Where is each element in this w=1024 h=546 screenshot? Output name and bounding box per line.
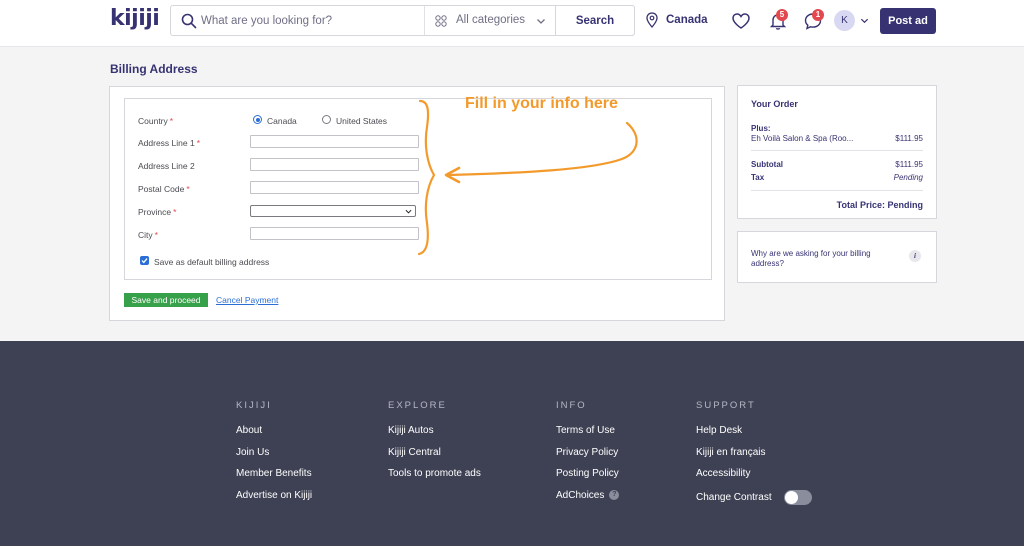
messages-badge: 1 — [812, 9, 824, 21]
required-mark: * — [154, 230, 158, 240]
order-title: Your Order — [751, 99, 798, 109]
adchoices-label: AdChoices — [556, 489, 605, 501]
province-select[interactable] — [250, 205, 416, 217]
footer-heading: KIJIJI — [236, 400, 272, 411]
grid-icon — [435, 15, 447, 27]
tax-label: Tax — [751, 173, 765, 182]
search-bar: All categories Search — [170, 5, 635, 36]
location-pin-icon — [646, 12, 658, 28]
footer-change-contrast: Change Contrast — [696, 489, 812, 505]
address1-label-text: Address Line 1 — [138, 138, 195, 148]
footer-link-tools-promote[interactable]: Tools to promote ads — [388, 468, 481, 479]
checkmark-icon — [141, 258, 148, 264]
order-item-name: Eh Voilà Salon & Spa (Roo... — [751, 134, 854, 143]
toggle-knob — [784, 490, 798, 504]
search-icon — [181, 13, 197, 29]
address1-label: Address Line 1 * — [138, 138, 200, 148]
footer-link-adchoices[interactable]: AdChoices? — [556, 489, 620, 501]
required-mark: * — [186, 184, 190, 194]
address2-label: Address Line 2 — [138, 161, 195, 171]
footer-link-join-us[interactable]: Join Us — [236, 447, 312, 458]
footer-column-support: SUPPORT Help Desk Kijiji en français Acc… — [696, 400, 812, 515]
footer-link-help-desk[interactable]: Help Desk — [696, 425, 812, 436]
billing-info-card[interactable]: Why are we asking for your billing addre… — [737, 231, 937, 283]
footer-link-about[interactable]: About — [236, 425, 312, 436]
city-label: City * — [138, 230, 158, 240]
search-button[interactable]: Search — [555, 5, 635, 36]
kijiji-logo[interactable]: kijiji — [110, 6, 160, 31]
category-select[interactable]: All categories — [424, 6, 555, 35]
city-field[interactable] — [250, 227, 419, 240]
footer-link-terms[interactable]: Terms of Use — [556, 425, 619, 436]
footer-heading: INFO — [556, 400, 587, 411]
city-label-text: City — [138, 230, 153, 240]
country-label-text: Country — [138, 116, 168, 126]
footer-link-francais[interactable]: Kijiji en français — [696, 447, 812, 458]
footer-link-kijiji-central[interactable]: Kijiji Central — [388, 447, 481, 458]
country-radio-canada[interactable] — [253, 115, 262, 124]
location-label: Canada — [666, 14, 708, 26]
footer-column-kijiji: KIJIJI About Join Us Member Benefits Adv… — [236, 400, 312, 511]
footer-link-advertise[interactable]: Advertise on Kijiji — [236, 490, 312, 501]
country-label: Country * — [138, 116, 173, 126]
postal-code-field[interactable] — [250, 181, 419, 194]
required-mark: * — [169, 116, 174, 126]
chevron-down-icon — [405, 209, 412, 214]
footer-link-accessibility[interactable]: Accessibility — [696, 468, 812, 479]
info-icon[interactable]: i — [909, 250, 921, 262]
address1-field[interactable] — [250, 135, 419, 148]
footer-heading: SUPPORT — [696, 400, 756, 411]
province-label-text: Province — [138, 207, 172, 217]
order-item-price: $111.95 — [895, 134, 923, 143]
cancel-payment-link[interactable]: Cancel Payment — [216, 295, 278, 305]
footer-link-member-benefits[interactable]: Member Benefits — [236, 468, 312, 479]
top-header: kijiji All categories Search Canada — [0, 0, 1024, 47]
country-option-canada: Canada — [267, 116, 297, 126]
category-label: All categories — [456, 14, 526, 26]
save-default-label: Save as default billing address — [154, 257, 270, 267]
footer-heading: EXPLORE — [388, 400, 447, 411]
footer-link-kijiji-autos[interactable]: Kijiji Autos — [388, 425, 481, 436]
subtotal-label: Subtotal — [751, 160, 783, 169]
save-default-checkbox[interactable] — [140, 256, 149, 265]
postal-code-label: Postal Code * — [138, 184, 190, 194]
chevron-down-icon — [537, 19, 545, 24]
post-ad-button[interactable]: Post ad — [880, 8, 936, 34]
your-order-card: Your Order Plus: Eh Voilà Salon & Spa (R… — [737, 85, 937, 219]
address2-field[interactable] — [250, 158, 419, 171]
total-price: Total Price: Pending — [836, 200, 923, 210]
annotation-brace-arrow — [417, 99, 638, 256]
heart-icon[interactable] — [731, 11, 751, 31]
question-icon: ? — [609, 489, 620, 500]
tax-value: Pending — [893, 173, 923, 182]
footer: KIJIJI About Join Us Member Benefits Adv… — [0, 341, 1024, 546]
plus-label: Plus: — [751, 124, 771, 133]
required-mark: * — [196, 138, 201, 148]
divider — [751, 190, 923, 191]
country-radio-us[interactable] — [322, 115, 331, 124]
search-input[interactable] — [201, 6, 421, 35]
postal-code-label-text: Postal Code — [138, 184, 185, 194]
footer-link-privacy[interactable]: Privacy Policy — [556, 447, 619, 458]
divider — [751, 150, 923, 151]
annotation-text: Fill in your info here — [465, 95, 618, 112]
province-label: Province * — [138, 207, 176, 217]
avatar[interactable]: K — [834, 10, 855, 31]
page-title: Billing Address — [110, 62, 198, 76]
required-mark: * — [173, 207, 177, 217]
why-billing-text: Why are we asking for your billing addre… — [751, 249, 871, 268]
footer-column-info: INFO Terms of Use Privacy Policy Posting… — [556, 400, 620, 511]
notifications-badge: 5 — [776, 9, 788, 21]
change-contrast-label: Change Contrast — [696, 491, 772, 503]
save-and-proceed-button[interactable]: Save and proceed — [124, 293, 208, 307]
country-option-us: United States — [336, 116, 388, 126]
footer-link-posting-policy[interactable]: Posting Policy — [556, 468, 619, 479]
chevron-down-icon[interactable] — [860, 16, 869, 25]
contrast-toggle[interactable] — [783, 489, 812, 505]
footer-column-explore: EXPLORE Kijiji Autos Kijiji Central Tool… — [388, 400, 481, 490]
subtotal-value: $111.95 — [895, 160, 923, 169]
